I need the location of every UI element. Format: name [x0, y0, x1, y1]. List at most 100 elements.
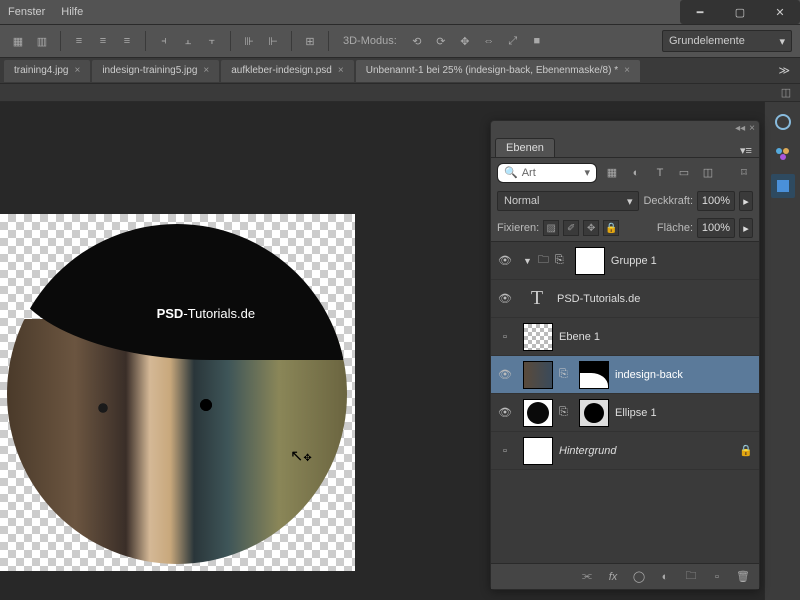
layer-name[interactable]: Gruppe 1 [611, 255, 657, 267]
close-icon[interactable]: × [74, 65, 80, 76]
blend-mode-value: Normal [504, 195, 539, 207]
filter-label: Art [522, 167, 536, 179]
panel-menu-icon[interactable]: ▾≡ [737, 143, 755, 157]
document-tab[interactable]: aufkleber-indesign.psd × [221, 60, 353, 82]
filter-shape-icon[interactable]: ▭ [675, 164, 693, 182]
canvas[interactable]: PSD-Tutorials.de ↖✥ [0, 214, 355, 571]
layer-name[interactable]: Ellipse 1 [615, 407, 657, 419]
lock-pixels-icon[interactable]: ✐ [563, 220, 579, 236]
fill-label: Fläche: [657, 222, 693, 234]
close-button[interactable]: ✕ [760, 0, 800, 24]
fx-icon[interactable]: fx [605, 569, 621, 585]
layers-panel: ◂◂ × Ebenen ▾≡ 🔍 Art ▾ ▦ ◐ T ▭ ◫ ⌑ Norma… [490, 120, 760, 590]
adjustment-icon[interactable]: ◐ [657, 569, 673, 585]
visibility-toggle[interactable]: 👁 [491, 368, 519, 381]
opacity-slider-icon[interactable]: ▸ [739, 191, 753, 211]
filter-pixel-icon[interactable]: ▦ [603, 164, 621, 182]
mode-scale-icon[interactable]: ⤢ [503, 31, 523, 51]
dock-swatches-icon[interactable] [771, 174, 795, 198]
distribute-icon[interactable]: ⊪ [239, 31, 259, 51]
tab-label: aufkleber-indesign.psd [231, 65, 332, 76]
ruler-toggle-icon[interactable]: ◫ [778, 85, 794, 101]
lock-row: Fixieren: ▨ ✐ ✥ 🔒 Fläche: 100% ▸ [491, 215, 759, 241]
link-icon[interactable]: ⎘ [559, 406, 573, 419]
layer-list: 👁 ▼ 🗀 ⎘ Gruppe 1 👁 T PSD-Tutorials.de ▫ … [491, 241, 759, 563]
align-center-icon[interactable]: ≡ [93, 31, 113, 51]
mode-slide-icon[interactable]: ⇔ [479, 31, 499, 51]
distribute-icon[interactable]: ⫠ [178, 31, 198, 51]
menu-fenster[interactable]: Fenster [8, 6, 45, 18]
layer-name[interactable]: Ebene 1 [559, 331, 600, 343]
dock-color-icon[interactable] [771, 110, 795, 134]
layer-row-background[interactable]: ▫ Hintergrund 🔒 [491, 432, 759, 470]
fill-slider-icon[interactable]: ▸ [739, 218, 753, 238]
mode-camera-icon[interactable]: ■ [527, 31, 547, 51]
distribute-icon[interactable]: ⫟ [202, 31, 222, 51]
close-icon[interactable]: × [338, 65, 344, 76]
layer-name[interactable]: indesign-back [615, 369, 683, 381]
layer-row-group[interactable]: 👁 ▼ 🗀 ⎘ Gruppe 1 [491, 242, 759, 280]
layer-thumbnail[interactable] [523, 437, 553, 465]
visibility-toggle[interactable]: 👁 [491, 254, 519, 267]
align-right-icon[interactable]: ≡ [117, 31, 137, 51]
delete-icon[interactable]: 🗑 [735, 569, 751, 585]
filter-toggle-icon[interactable]: ⌑ [735, 164, 753, 182]
layer-thumbnail[interactable] [523, 361, 553, 389]
lock-all-icon[interactable]: 🔒 [603, 220, 619, 236]
mask-icon[interactable]: ◯ [631, 569, 647, 585]
visibility-toggle[interactable]: 👁 [491, 292, 519, 305]
filter-text-icon[interactable]: T [651, 164, 669, 182]
dock-3d-icon[interactable] [771, 142, 795, 166]
mask-thumbnail[interactable] [579, 361, 609, 389]
maximize-button[interactable]: ▢ [720, 0, 760, 24]
document-tab[interactable]: indesign-training5.jpg× [92, 60, 219, 82]
close-icon[interactable]: × [624, 65, 630, 76]
layer-row-pixel[interactable]: ▫ Ebene 1 [491, 318, 759, 356]
layer-row-shape[interactable]: 👁 ⎘ Ellipse 1 [491, 394, 759, 432]
lock-position-icon[interactable]: ✥ [583, 220, 599, 236]
layer-row-text[interactable]: 👁 T PSD-Tutorials.de [491, 280, 759, 318]
lock-transparency-icon[interactable]: ▨ [543, 220, 559, 236]
vector-mask-thumbnail[interactable] [579, 399, 609, 427]
align-left-icon[interactable]: ≡ [69, 31, 89, 51]
link-layers-icon[interactable]: ⫘ [579, 569, 595, 585]
layer-row-masked[interactable]: 👁 ⎘ indesign-back [491, 356, 759, 394]
panel-tab-layers[interactable]: Ebenen [495, 138, 555, 157]
layer-name[interactable]: PSD-Tutorials.de [557, 293, 640, 305]
menu-hilfe[interactable]: Hilfe [61, 6, 83, 18]
mode-roll-icon[interactable]: ⟳ [431, 31, 451, 51]
distribute-icon[interactable]: ⫞ [154, 31, 174, 51]
layer-thumbnail[interactable] [523, 399, 553, 427]
visibility-toggle[interactable]: 👁 [491, 406, 519, 419]
twisty-icon[interactable]: ▼ [523, 256, 532, 266]
layer-thumbnail[interactable] [523, 323, 553, 351]
workspace-dropdown[interactable]: Grundelemente ▾ [662, 30, 792, 52]
document-tab[interactable]: Unbenannt-1 bei 25% (indesign-back, Eben… [356, 60, 640, 82]
blend-mode-dropdown[interactable]: Normal ▾ [497, 191, 639, 211]
collapse-icon[interactable]: ◂◂ [735, 123, 745, 134]
new-layer-icon[interactable]: ▫ [709, 569, 725, 585]
tab-label: training4.jpg [14, 65, 68, 76]
mode-pan-icon[interactable]: ✥ [455, 31, 475, 51]
auto-align-icon[interactable]: ⊞ [300, 31, 320, 51]
layer-filter-dropdown[interactable]: 🔍 Art ▾ [497, 163, 597, 183]
tab-overflow-button[interactable]: ≫ [772, 62, 796, 79]
align-icon[interactable]: ▦ [8, 31, 28, 51]
panel-close-icon[interactable]: × [749, 123, 755, 134]
link-icon[interactable]: ⎘ [559, 368, 573, 381]
document-tab[interactable]: training4.jpg × [4, 60, 90, 82]
align-icon[interactable]: ▥ [32, 31, 52, 51]
filter-adjust-icon[interactable]: ◐ [627, 164, 645, 182]
mode-orbit-icon[interactable]: ⟲ [407, 31, 427, 51]
opacity-input[interactable]: 100% [697, 191, 735, 211]
filter-smart-icon[interactable]: ◫ [699, 164, 717, 182]
mask-thumbnail[interactable] [575, 247, 605, 275]
fill-input[interactable]: 100% [697, 218, 735, 238]
layer-name[interactable]: Hintergrund [559, 445, 616, 457]
visibility-toggle[interactable]: ▫ [491, 445, 519, 457]
close-icon[interactable]: × [203, 65, 209, 76]
visibility-toggle[interactable]: ▫ [491, 331, 519, 343]
distribute-icon[interactable]: ⊩ [263, 31, 283, 51]
group-icon[interactable]: 🗀 [683, 569, 699, 585]
minimize-button[interactable]: ━ [680, 0, 720, 24]
